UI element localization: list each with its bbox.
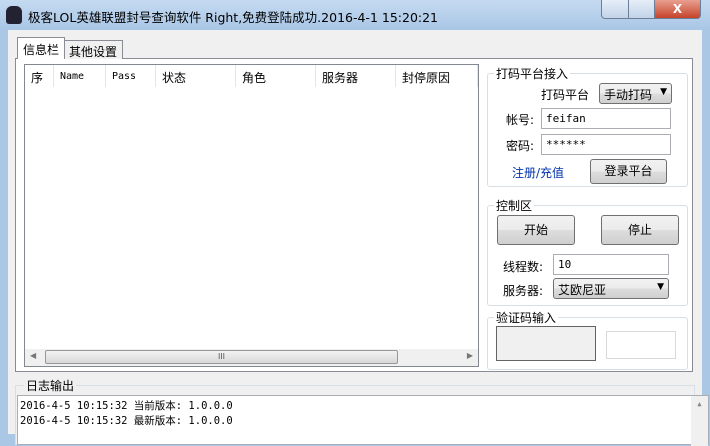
log-line: 2016-4-5 10:15:32 最新版本: 1.0.0.0 bbox=[20, 415, 233, 427]
captcha-image bbox=[496, 326, 596, 361]
captcha-group-label: 验证码输入 bbox=[494, 309, 559, 326]
column-header-status[interactable]: 状态 bbox=[156, 65, 236, 87]
register-link[interactable]: 注册/充值 bbox=[512, 164, 564, 181]
log-group-label: 日志输出 bbox=[24, 377, 77, 394]
title-bar: 极客LOL英雄联盟封号查询软件 Right,免费登陆成功.2016-4-1 15… bbox=[0, 0, 710, 30]
column-header-pass[interactable]: Pass bbox=[106, 65, 156, 87]
column-header-role[interactable]: 角色 bbox=[236, 65, 316, 87]
horizontal-scrollbar[interactable]: ◀ III ▶ bbox=[25, 349, 478, 366]
scroll-up-icon[interactable]: ▲ bbox=[697, 400, 701, 408]
control-group-label: 控制区 bbox=[494, 197, 535, 214]
platform-select-value: 手动打码 bbox=[604, 88, 653, 102]
start-button[interactable]: 开始 bbox=[497, 215, 575, 245]
server-select[interactable]: 艾欧尼亚 ▼ bbox=[553, 278, 669, 299]
scroll-thumb[interactable]: III bbox=[45, 350, 398, 364]
account-input[interactable]: feifan bbox=[541, 108, 671, 129]
log-output[interactable]: 2016-4-5 10:15:32 当前版本: 1.0.0.0 2016-4-5… bbox=[17, 395, 709, 446]
chevron-down-icon: ▼ bbox=[660, 87, 667, 97]
maximize-button[interactable] bbox=[628, 0, 655, 19]
login-platform-button[interactable]: 登录平台 bbox=[590, 159, 667, 184]
account-label: 帐号: bbox=[506, 113, 535, 127]
app-icon bbox=[6, 6, 22, 24]
column-header-index[interactable]: 序 bbox=[25, 65, 54, 87]
platform-label: 打码平台 bbox=[541, 88, 590, 102]
password-input[interactable]: ****** bbox=[541, 134, 671, 155]
column-header-name[interactable]: Name bbox=[54, 65, 106, 87]
window-title: 极客LOL英雄联盟封号查询软件 Right,免费登陆成功.2016-4-1 15… bbox=[28, 10, 439, 25]
close-button[interactable]: X bbox=[654, 0, 701, 19]
client-area: 信息栏 其他设置 序 Name Pass 状态 角色 服务器 封停原因 ◀ II… bbox=[8, 30, 709, 446]
platform-select[interactable]: 手动打码 ▼ bbox=[599, 83, 672, 104]
log-line: 2016-4-5 10:15:32 当前版本: 1.0.0.0 bbox=[20, 400, 233, 412]
captcha-input[interactable] bbox=[606, 331, 676, 359]
server-select-value: 艾欧尼亚 bbox=[558, 283, 607, 297]
stop-button[interactable]: 停止 bbox=[601, 215, 679, 245]
tab-settings[interactable]: 其他设置 bbox=[63, 40, 124, 59]
column-header-server[interactable]: 服务器 bbox=[316, 65, 396, 87]
scroll-left-icon[interactable]: ◀ bbox=[30, 351, 36, 360]
scroll-right-icon[interactable]: ▶ bbox=[467, 351, 473, 360]
tab-info[interactable]: 信息栏 bbox=[17, 37, 66, 59]
threads-label: 线程数: bbox=[503, 260, 544, 274]
platform-group-label: 打码平台接入 bbox=[494, 65, 571, 82]
password-label: 密码: bbox=[506, 139, 535, 153]
threads-input[interactable]: 10 bbox=[553, 254, 669, 275]
chevron-down-icon: ▼ bbox=[657, 282, 664, 292]
vertical-scrollbar[interactable]: ▲ bbox=[691, 396, 708, 446]
column-header-ban-reason[interactable]: 封停原因 bbox=[396, 65, 478, 87]
result-list[interactable]: 序 Name Pass 状态 角色 服务器 封停原因 ◀ III ▶ bbox=[24, 64, 479, 367]
minimize-button[interactable] bbox=[601, 0, 629, 19]
server-label: 服务器: bbox=[503, 284, 544, 298]
